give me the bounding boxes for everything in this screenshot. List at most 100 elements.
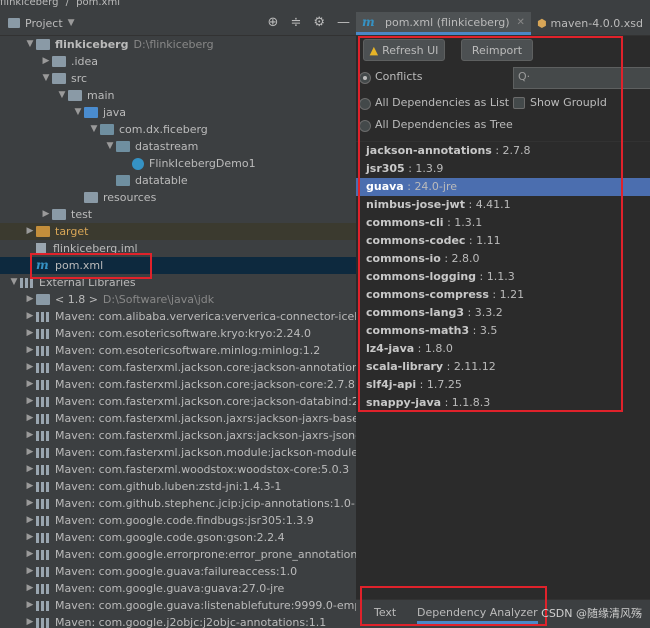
tree-item[interactable]: ▼ src	[0, 70, 356, 87]
chevron-right-icon[interactable]: ▶	[24, 580, 36, 597]
tab-text[interactable]: Text	[374, 606, 396, 619]
tree-item[interactable]: ▶ Maven: com.google.guava:failureaccess:1…	[0, 563, 356, 580]
show-groupid-checkbox[interactable]	[513, 97, 525, 109]
tree-item[interactable]: ▶ < 1.8 > D:\Software\java\jdk	[0, 291, 356, 308]
project-view-selector[interactable]: Project ▼	[8, 17, 75, 30]
chevron-right-icon[interactable]: ▶	[24, 359, 36, 376]
dependency-item-selected[interactable]: guava : 24.0-jre	[356, 178, 650, 196]
dependency-item[interactable]: commons-codec : 1.11	[356, 232, 650, 250]
chevron-right-icon[interactable]: ▶	[40, 206, 52, 223]
tree-item[interactable]: ▶ Maven: com.google.code.findbugs:jsr305:…	[0, 512, 356, 529]
tree-item[interactable]: ▶ Maven: com.esotericsoftware.minlog:minl…	[0, 342, 356, 359]
tree-item[interactable]: ▶ Maven: com.github.stephenc.jcip:jcip-an…	[0, 495, 356, 512]
chevron-right-icon[interactable]: ▶	[24, 478, 36, 495]
tree-item[interactable]: ▼ datastream	[0, 138, 356, 155]
view-mode-label[interactable]: Conflicts	[375, 70, 422, 83]
dependency-item[interactable]: commons-compress : 1.21	[356, 286, 650, 304]
chevron-right-icon[interactable]: ▶	[24, 393, 36, 410]
dependency-item[interactable]: commons-math3 : 3.5	[356, 322, 650, 340]
dependency-item[interactable]: jackson-annotations : 2.7.8	[356, 142, 650, 160]
chevron-right-icon[interactable]: ▶	[24, 546, 36, 563]
chevron-down-icon[interactable]: ▼	[72, 104, 84, 121]
view-mode-label[interactable]: All Dependencies as Tree	[375, 118, 513, 131]
dependency-item[interactable]: nimbus-jose-jwt : 4.41.1	[356, 196, 650, 214]
locate-target-icon[interactable]: ⊕	[268, 15, 279, 30]
breadcrumb-file[interactable]: pom.xml	[76, 0, 120, 8]
tree-item[interactable]: ▶ Maven: com.fasterxml.jackson.jaxrs:jack…	[0, 410, 356, 427]
chevron-right-icon[interactable]: ▶	[24, 376, 36, 393]
dependency-item[interactable]: scala-library : 2.11.12	[356, 358, 650, 376]
tree-item[interactable]: ▶ Maven: com.google.errorprone:error_pron…	[0, 546, 356, 563]
dependency-item[interactable]: commons-cli : 1.3.1	[356, 214, 650, 232]
tree-item[interactable]: ▶ Maven: com.fasterxml.jackson.core:jacks…	[0, 376, 356, 393]
tree-item[interactable]: FlinkIcebergDemo1	[0, 155, 356, 172]
tree-item[interactable]: ▶ target	[0, 223, 356, 240]
tree-item[interactable]: ▶ test	[0, 206, 356, 223]
dependency-item[interactable]: slf4j-api : 1.7.25	[356, 376, 650, 394]
collapse-all-icon[interactable]: ≑	[290, 15, 301, 30]
chevron-right-icon[interactable]: ▶	[24, 291, 36, 308]
tree-item[interactable]: ▶ Maven: com.github.luben:zstd-jni:1.4.3-…	[0, 478, 356, 495]
tab-dependency-analyzer[interactable]: Dependency Analyzer	[417, 606, 538, 624]
chevron-right-icon[interactable]: ▶	[24, 512, 36, 529]
chevron-right-icon[interactable]: ▶	[24, 529, 36, 546]
tree-item[interactable]: ▼ java	[0, 104, 356, 121]
tree-item[interactable]: ▼ com.dx.ficeberg	[0, 121, 356, 138]
breadcrumb-project[interactable]: flinkiceberg	[0, 0, 58, 8]
chevron-down-icon[interactable]: ▼	[88, 121, 100, 138]
tree-item[interactable]: ▶ Maven: com.fasterxml.woodstox:woodstox-…	[0, 461, 356, 478]
tree-item[interactable]: ▶ Maven: com.esotericsoftware.kryo:kryo:2…	[0, 325, 356, 342]
chevron-right-icon[interactable]: ▶	[24, 342, 36, 359]
tree-item[interactable]: ▶ Maven: com.google.guava:listenablefutur…	[0, 597, 356, 614]
tree-item[interactable]: ▶ Maven: com.fasterxml.jackson.core:jacks…	[0, 359, 356, 376]
tree-item[interactable]: flinkiceberg.iml	[0, 240, 356, 257]
close-icon[interactable]: ✕	[517, 17, 525, 28]
chevron-down-icon[interactable]: ▼	[104, 138, 116, 155]
tree-item[interactable]: resources	[0, 189, 356, 206]
chevron-right-icon[interactable]: ▶	[24, 223, 36, 240]
tree-item[interactable]: ▼ main	[0, 87, 356, 104]
chevron-right-icon[interactable]: ▶	[24, 308, 36, 325]
minimize-icon[interactable]: —	[337, 15, 350, 30]
tree-item[interactable]: ▶ Maven: com.google.j2objc:j2objc-annotat…	[0, 614, 356, 628]
tab-maven-xsd[interactable]: ⬢maven-4.0.0.xsd✕	[531, 12, 650, 35]
tree-item[interactable]: ▶ Maven: com.alibaba.ververica:ververica-…	[0, 308, 356, 325]
dependency-item[interactable]: commons-logging : 1.1.3	[356, 268, 650, 286]
chevron-right-icon[interactable]: ▶	[24, 427, 36, 444]
chevron-down-icon[interactable]: ▼	[24, 36, 36, 53]
dependency-item[interactable]: commons-io : 2.8.0	[356, 250, 650, 268]
chevron-down-icon[interactable]: ▼	[40, 70, 52, 87]
chevron-right-icon[interactable]: ▶	[24, 444, 36, 461]
tree-item[interactable]: ▼ External Libraries	[0, 274, 356, 291]
chevron-right-icon[interactable]: ▶	[24, 597, 36, 614]
chevron-down-icon[interactable]: ▼	[8, 274, 20, 291]
dependency-item[interactable]: snappy-java : 1.1.8.3	[356, 394, 650, 412]
dependency-item[interactable]: jsr305 : 1.3.9	[356, 160, 650, 178]
chevron-right-icon[interactable]: ▶	[24, 461, 36, 478]
tab-pom-xml[interactable]: m pom.xml (flinkiceberg) ✕	[356, 12, 531, 35]
chevron-right-icon[interactable]: ▶	[24, 410, 36, 427]
tree-item-selected[interactable]: m pom.xml	[0, 257, 356, 274]
view-mode-radio[interactable]	[359, 120, 371, 132]
chevron-down-icon[interactable]: ▼	[56, 87, 68, 104]
tree-item[interactable]: ▶ Maven: com.fasterxml.jackson.module:jac…	[0, 444, 356, 461]
reimport-button[interactable]: Reimport	[461, 39, 533, 61]
tree-item[interactable]: ▶ Maven: com.google.guava:guava:27.0-jre	[0, 580, 356, 597]
refresh-ui-button[interactable]: ▲ Refresh UI	[363, 39, 445, 61]
chevron-right-icon[interactable]: ▶	[24, 325, 36, 342]
chevron-right-icon[interactable]: ▶	[24, 563, 36, 580]
dependency-item[interactable]: commons-lang3 : 3.3.2	[356, 304, 650, 322]
tree-item[interactable]: ▶ Maven: com.google.code.gson:gson:2.2.4	[0, 529, 356, 546]
gear-icon[interactable]: ⚙	[313, 15, 325, 30]
tree-item[interactable]: ▶ .idea	[0, 53, 356, 70]
chevron-right-icon[interactable]: ▶	[24, 614, 36, 628]
view-mode-radio[interactable]	[359, 98, 371, 110]
tree-item[interactable]: ▶ Maven: com.fasterxml.jackson.jaxrs:jack…	[0, 427, 356, 444]
dependency-item[interactable]: lz4-java : 1.8.0	[356, 340, 650, 358]
tree-item[interactable]: ▶ Maven: com.fasterxml.jackson.core:jacks…	[0, 393, 356, 410]
search-input[interactable]: Q·	[513, 67, 650, 89]
chevron-right-icon[interactable]: ▶	[40, 53, 52, 70]
tree-item[interactable]: ▼ flinkiceberg D:\flinkiceberg	[0, 36, 356, 53]
tree-item[interactable]: datatable	[0, 172, 356, 189]
view-mode-radio[interactable]	[359, 72, 371, 84]
